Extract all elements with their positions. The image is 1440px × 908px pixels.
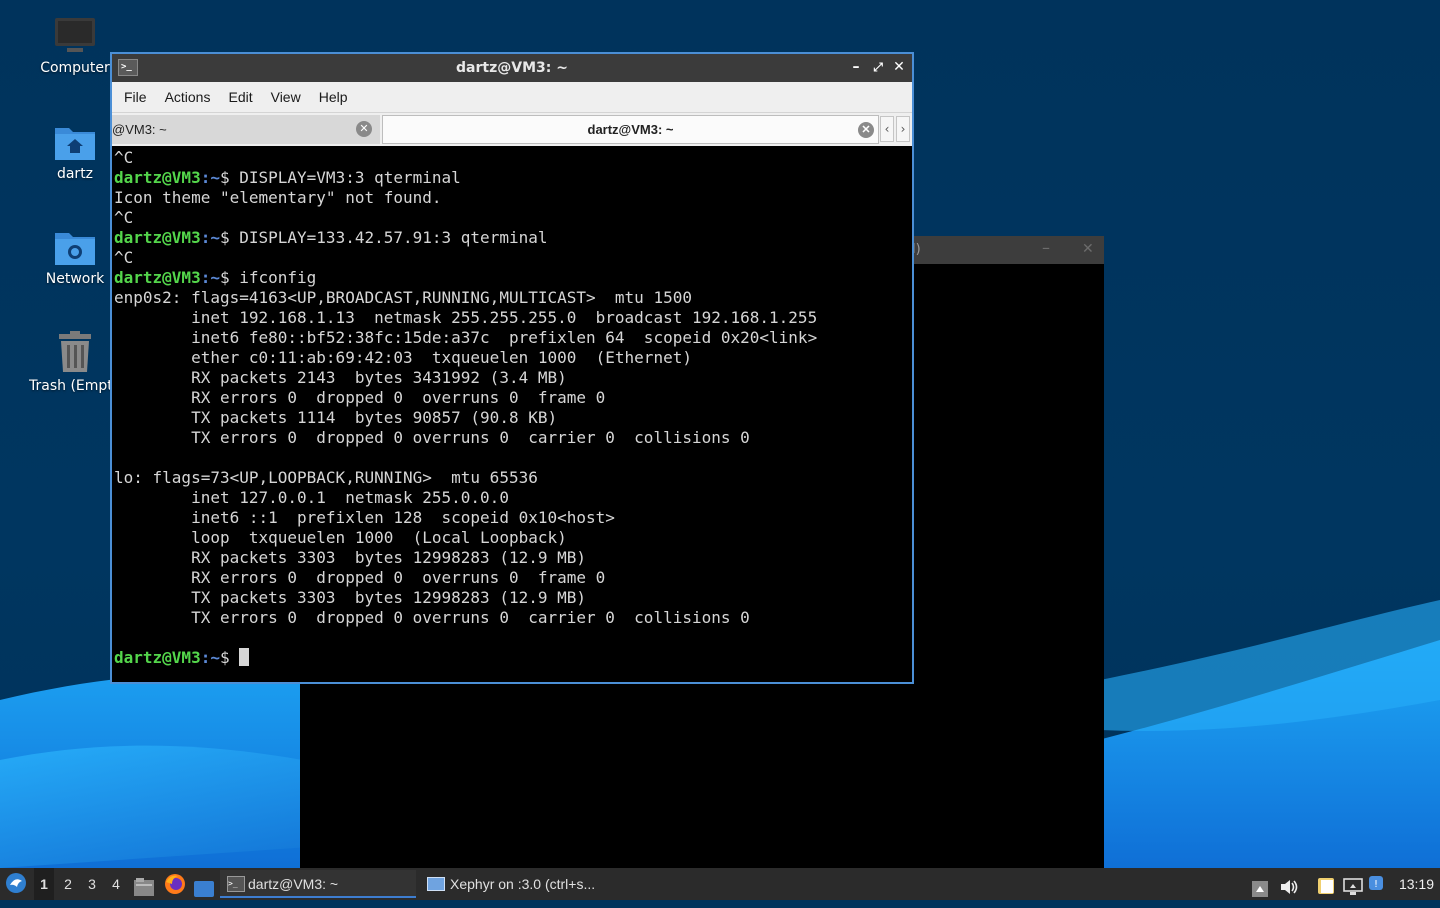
desktop-icon-label: Network bbox=[45, 271, 105, 287]
output-line: ^C bbox=[114, 148, 134, 167]
output-line: loop txqueuelen 1000 (Local Loopback) bbox=[114, 528, 567, 547]
tray-up-arrow-icon[interactable] bbox=[1252, 876, 1268, 897]
network-status-icon[interactable] bbox=[1343, 875, 1363, 895]
output-line: RX packets 3303 bytes 12998283 (12.9 MB) bbox=[114, 548, 587, 567]
prompt-user: dartz@VM3 bbox=[114, 648, 201, 667]
output-line: Icon theme "elementary" not found. bbox=[114, 188, 442, 207]
output-line: RX errors 0 dropped 0 overruns 0 frame 0 bbox=[114, 388, 606, 407]
close-tab-icon[interactable]: ✕ bbox=[858, 122, 874, 138]
volume-icon[interactable] bbox=[1279, 875, 1299, 894]
trash-icon bbox=[59, 331, 91, 372]
menu-file[interactable]: File bbox=[115, 82, 156, 112]
minimize-icon[interactable]: – bbox=[1042, 238, 1050, 257]
output-line: TX packets 3303 bytes 12998283 (12.9 MB) bbox=[114, 588, 587, 607]
prompt-line: dartz@VM3:~$ ifconfig bbox=[114, 268, 910, 288]
output-line: ^C bbox=[114, 208, 134, 227]
svg-text:!: ! bbox=[1374, 879, 1378, 890]
tab-label: dartz@VM3: ~ bbox=[587, 122, 674, 137]
computer-icon bbox=[55, 18, 95, 52]
desktop-icon-label: Trash (Empty) bbox=[29, 378, 112, 394]
clipboard-icon[interactable] bbox=[1316, 874, 1336, 894]
prompt-line: dartz@VM3:~$ DISPLAY=VM3:3 qterminal bbox=[114, 168, 910, 188]
output-line: ^C bbox=[114, 248, 134, 267]
clock[interactable]: 13:19 bbox=[1399, 868, 1434, 900]
update-notifier-icon[interactable]: ! bbox=[1369, 873, 1387, 893]
workspace-2[interactable]: 2 bbox=[58, 868, 78, 900]
menu-help[interactable]: Help bbox=[310, 82, 357, 112]
output-line: inet 192.168.1.13 netmask 255.255.255.0 … bbox=[114, 308, 818, 327]
firefox-icon[interactable] bbox=[164, 873, 186, 895]
prompt-line: dartz@VM3:~$ bbox=[114, 648, 910, 668]
desktop-icon-computer[interactable]: Computer bbox=[27, 16, 123, 76]
workspace-3[interactable]: 3 bbox=[82, 868, 102, 900]
window-task-icon bbox=[427, 877, 445, 891]
tab-bar: @VM3: ~ ✕ dartz@VM3: ~ ✕ ‹ › bbox=[112, 113, 912, 146]
tab-label: @VM3: ~ bbox=[112, 122, 167, 137]
prompt-path: :~ bbox=[200, 268, 220, 287]
home-folder-icon bbox=[55, 128, 95, 160]
workspace-4[interactable]: 4 bbox=[106, 868, 126, 900]
maximize-button[interactable]: ⤢ bbox=[868, 57, 888, 77]
output-line: inet6 ::1 prefixlen 128 scopeid 0x10<hos… bbox=[114, 508, 615, 527]
file-manager-icon[interactable] bbox=[134, 875, 154, 896]
task-label: dartz@VM3: ~ bbox=[248, 876, 339, 892]
desktop-icon-label: dartz bbox=[56, 166, 94, 182]
output-line: TX errors 0 dropped 0 overruns 0 carrier… bbox=[114, 608, 750, 627]
output-line: inet6 fe80::bf52:38fc:15de:a37c prefixle… bbox=[114, 328, 818, 347]
tab-scroll-left-icon[interactable]: ‹ bbox=[880, 116, 894, 142]
window-title: dartz@VM3: ~ bbox=[456, 60, 568, 76]
close-tab-icon[interactable]: ✕ bbox=[356, 121, 372, 137]
output-line: ether c0:11:ab:69:42:03 txqueuelen 1000 … bbox=[114, 348, 692, 367]
prompt-suffix: $ bbox=[219, 648, 240, 667]
close-icon[interactable]: ✕ bbox=[1082, 241, 1094, 257]
close-button[interactable]: ✕ bbox=[889, 57, 909, 77]
tab-2-active[interactable]: dartz@VM3: ~ ✕ bbox=[382, 115, 879, 144]
start-menu-icon[interactable] bbox=[5, 872, 27, 896]
prompt-line: dartz@VM3:~$ DISPLAY=133.42.57.91:3 qter… bbox=[114, 228, 910, 248]
output-line: TX errors 0 dropped 0 overruns 0 carrier… bbox=[114, 428, 750, 447]
terminal-titlebar[interactable]: >_ dartz@VM3: ~ – ⤢ ✕ bbox=[112, 54, 912, 82]
command-text: DISPLAY=133.42.57.91:3 qterminal bbox=[239, 228, 548, 247]
prompt-suffix: $ bbox=[219, 268, 240, 287]
prompt-user: dartz@VM3 bbox=[114, 268, 201, 287]
show-desktop-icon[interactable] bbox=[194, 876, 214, 897]
prompt-suffix: $ bbox=[219, 168, 240, 187]
output-line: RX packets 2143 bytes 3431992 (3.4 MB) bbox=[114, 368, 567, 387]
menu-actions[interactable]: Actions bbox=[156, 82, 220, 112]
tab-scroll-right-icon[interactable]: › bbox=[896, 116, 910, 142]
terminal-output[interactable]: ^C dartz@VM3:~$ DISPLAY=VM3:3 qterminal Ic… bbox=[114, 148, 910, 680]
menu-edit[interactable]: Edit bbox=[219, 82, 261, 112]
output-line: inet 127.0.0.1 netmask 255.0.0.0 bbox=[114, 488, 509, 507]
output-line: enp0s2: flags=4163<UP,BROADCAST,RUNNING,… bbox=[114, 288, 692, 307]
tab-1[interactable]: @VM3: ~ ✕ bbox=[112, 115, 380, 144]
workspace-1[interactable]: 1 bbox=[34, 868, 54, 900]
text-cursor bbox=[239, 648, 250, 666]
output-line: TX packets 1114 bytes 90857 (90.8 KB) bbox=[114, 408, 558, 427]
prompt-user: dartz@VM3 bbox=[114, 168, 201, 187]
prompt-path: :~ bbox=[200, 648, 220, 667]
taskbar: 1 2 3 4 >_ dartz@VM3: ~ Xephyr on :3.0 (… bbox=[0, 868, 1440, 900]
task-xephyr[interactable]: Xephyr on :3.0 (ctrl+s... bbox=[422, 870, 618, 898]
command-text: DISPLAY=VM3:3 qterminal bbox=[239, 168, 461, 187]
minimize-button[interactable]: – bbox=[846, 57, 866, 77]
prompt-suffix: $ bbox=[219, 228, 240, 247]
terminal-task-icon: >_ bbox=[227, 876, 245, 892]
command-text: ifconfig bbox=[239, 268, 317, 287]
terminal-window[interactable]: >_ dartz@VM3: ~ – ⤢ ✕ File Actions Edit Vie… bbox=[110, 52, 914, 684]
output-line: lo: flags=73<UP,LOOPBACK,RUNNING> mtu 65… bbox=[114, 468, 538, 487]
prompt-path: :~ bbox=[200, 168, 220, 187]
desktop-icon-label: Computer bbox=[40, 60, 110, 76]
prompt-user: dartz@VM3 bbox=[114, 228, 201, 247]
desktop-icon-home-folder[interactable]: dartz bbox=[27, 122, 123, 182]
menu-view[interactable]: View bbox=[262, 82, 310, 112]
task-terminal[interactable]: >_ dartz@VM3: ~ bbox=[220, 870, 416, 898]
desktop-icon-network[interactable]: Network bbox=[27, 227, 123, 287]
prompt-path: :~ bbox=[200, 228, 220, 247]
menu-bar: File Actions Edit View Help bbox=[112, 82, 912, 113]
network-folder-icon bbox=[55, 233, 95, 265]
output-line: RX errors 0 dropped 0 overruns 0 frame 0 bbox=[114, 568, 606, 587]
task-label: Xephyr on :3.0 (ctrl+s... bbox=[450, 876, 596, 892]
